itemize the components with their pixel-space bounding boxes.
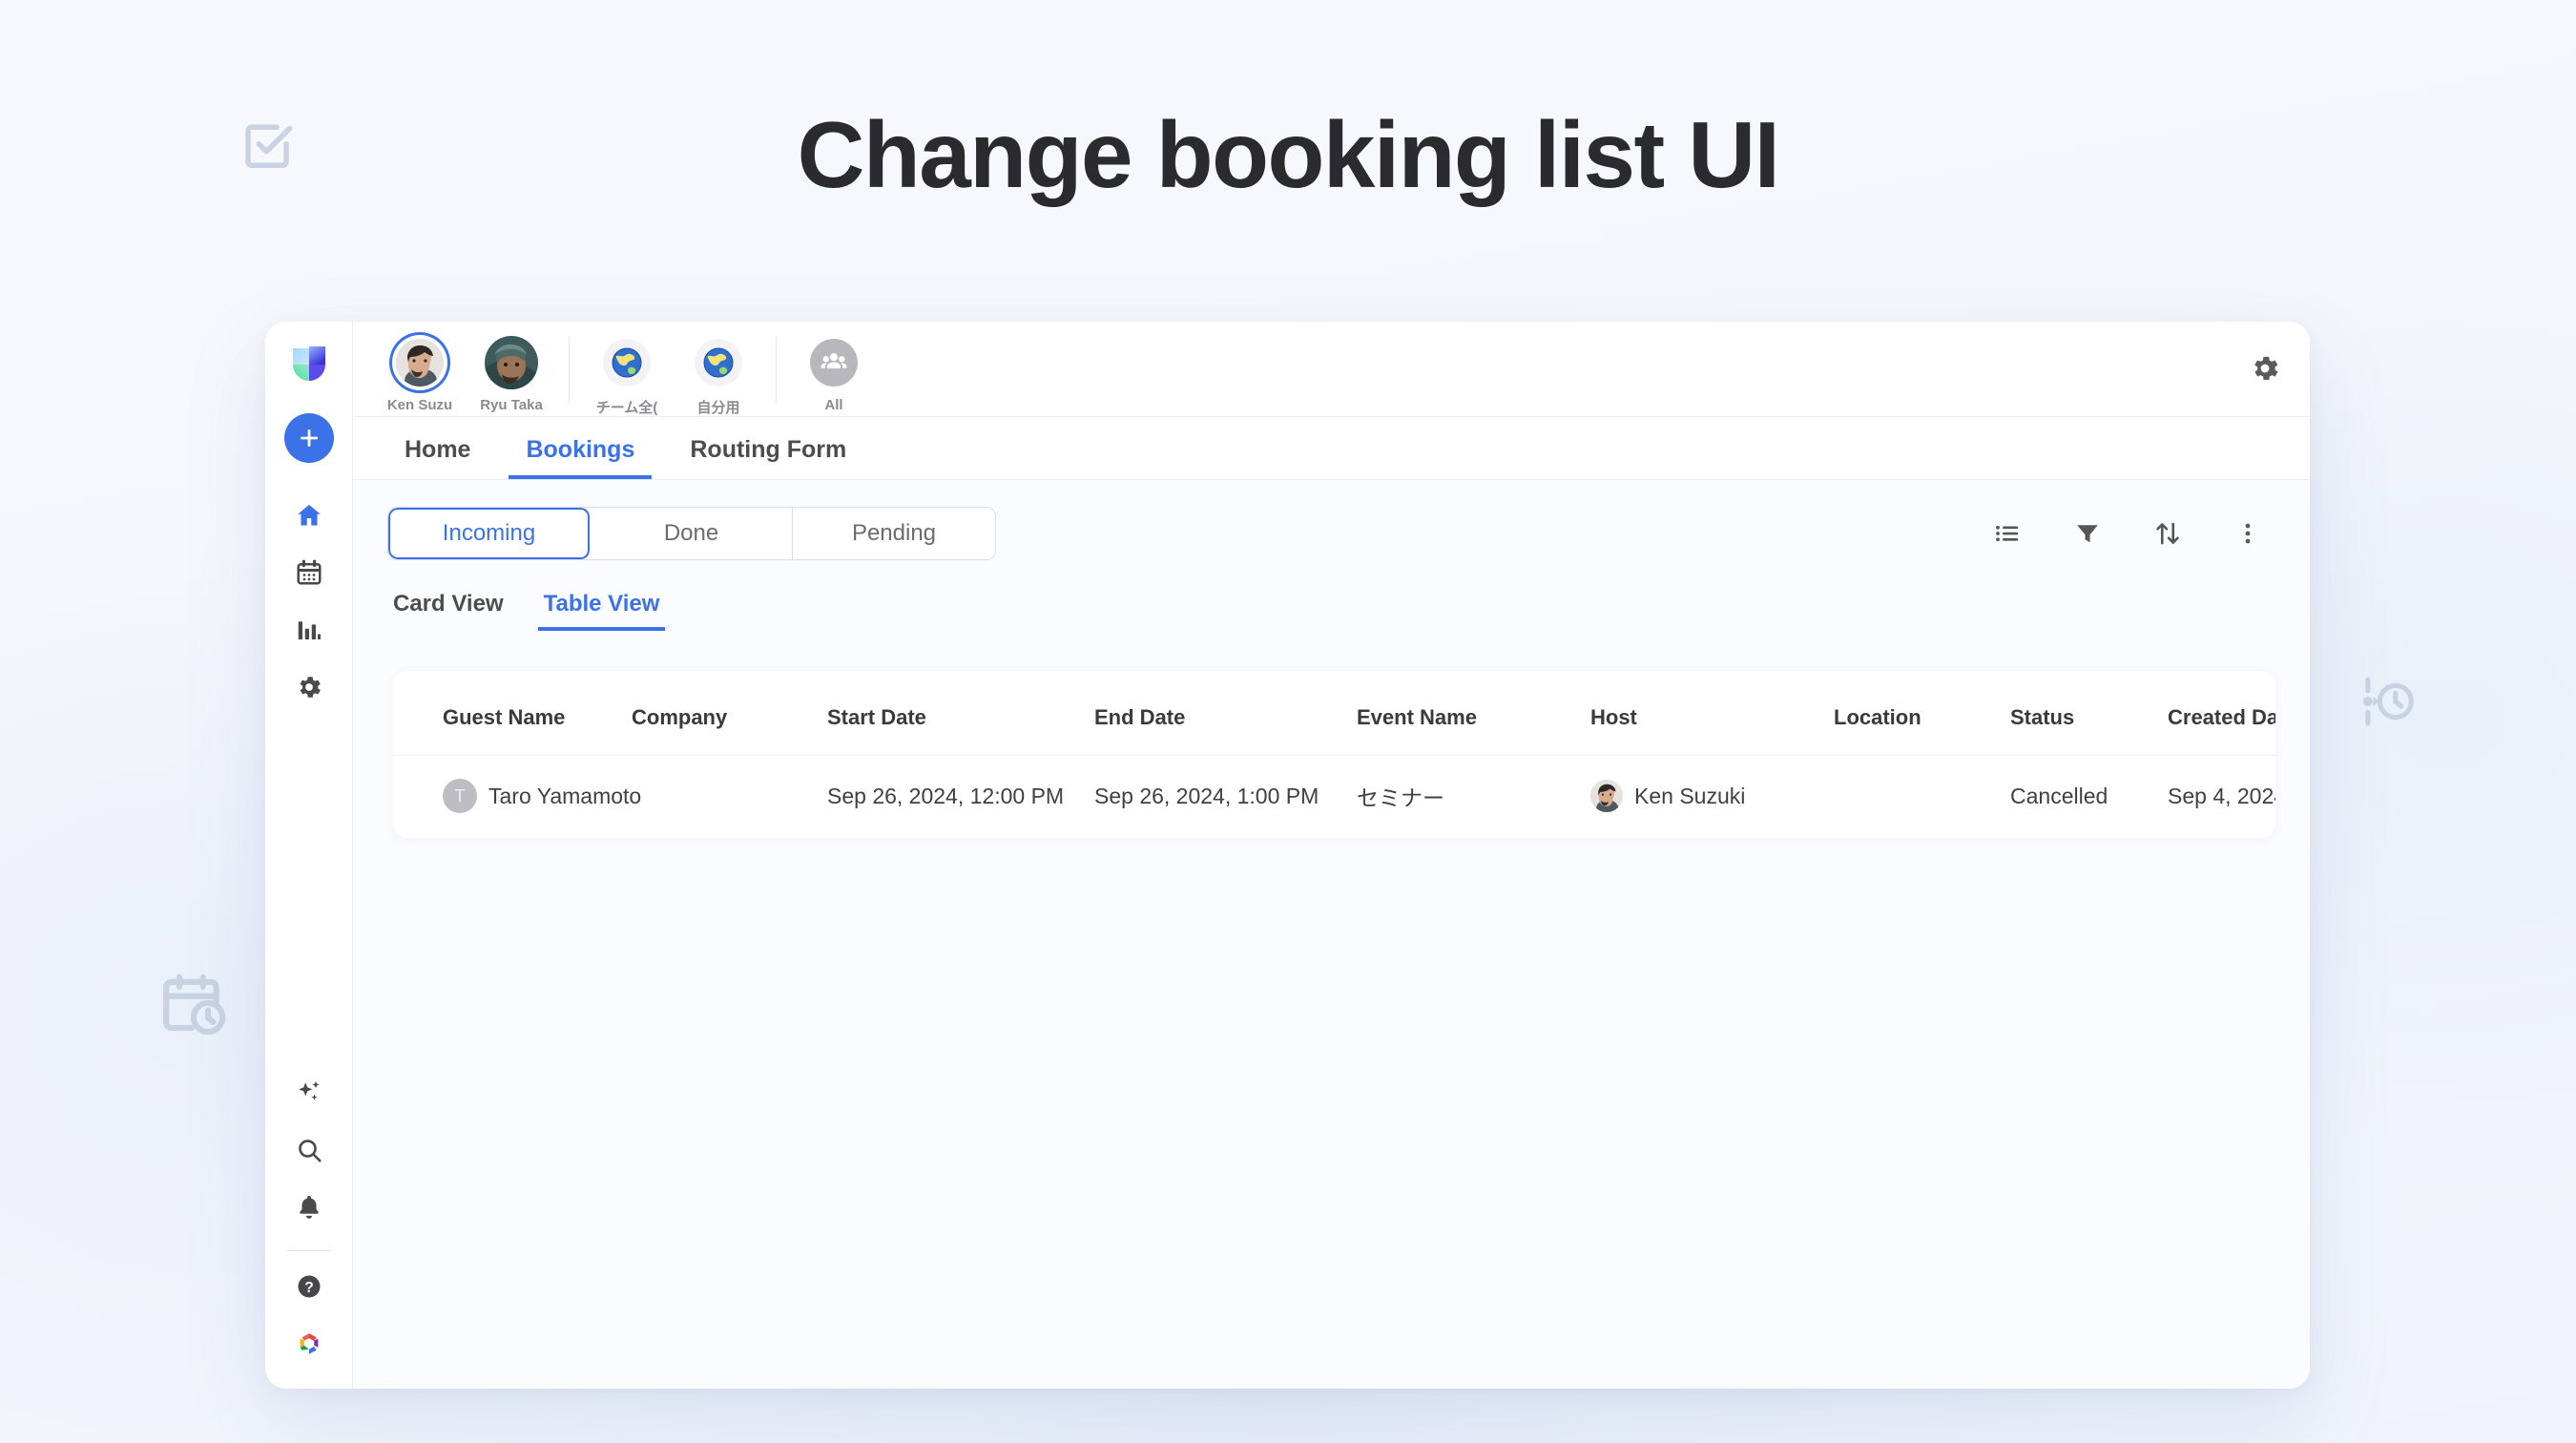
cell-host: Ken Suzuki xyxy=(1590,755,1834,838)
status-badge: Cancelled xyxy=(2010,755,2168,838)
account-ryu-takahashi[interactable]: Ryu Taka xyxy=(466,331,557,413)
avatar xyxy=(485,336,538,389)
group-label: All xyxy=(824,397,843,413)
page-title: Change booking list UI xyxy=(797,102,1780,207)
avatar: T xyxy=(443,779,477,813)
avatar xyxy=(1590,780,1623,812)
content-area: Incoming Done Pending Card View Table Vi… xyxy=(353,480,2310,1389)
column-header-start-date[interactable]: Start Date xyxy=(827,671,1094,756)
column-header-guest-name[interactable]: Guest Name xyxy=(393,671,632,756)
cell-company xyxy=(632,755,827,838)
list-view-icon[interactable] xyxy=(1993,519,2022,548)
column-header-status[interactable]: Status xyxy=(2010,671,2168,756)
svg-text:?: ? xyxy=(304,1280,314,1296)
account-ken-suzuki[interactable]: Ken Suzu xyxy=(374,331,466,413)
tab-home[interactable]: Home xyxy=(387,438,488,479)
sidebar-item-search[interactable] xyxy=(281,1122,337,1178)
filter-icon[interactable] xyxy=(2073,519,2102,548)
toolbar-icons xyxy=(1993,519,2275,548)
column-header-host[interactable]: Host xyxy=(1590,671,1834,756)
table-head: Guest Name Company Start Date End Date E… xyxy=(393,671,2275,756)
more-vertical-icon[interactable] xyxy=(2233,519,2262,548)
guest-name-text: Taro Yamamoto xyxy=(488,783,642,808)
column-header-company[interactable]: Company xyxy=(632,671,827,756)
avatar-ring xyxy=(392,335,447,390)
account-group-users: Ken Suzu Ryu Taka xyxy=(374,331,557,413)
calendar-label: 自分用 xyxy=(696,400,740,416)
cell-event-name: セミナー xyxy=(1357,755,1590,838)
calendar-label: チーム全( xyxy=(595,400,658,416)
sidebar-item-home[interactable] xyxy=(281,488,337,543)
calendar-team-all[interactable]: チーム全( xyxy=(581,331,673,417)
view-tabs: Card View Table View xyxy=(387,593,2275,631)
segment-pending[interactable]: Pending xyxy=(793,508,995,559)
account-divider xyxy=(776,337,777,403)
account-group-all: All xyxy=(788,331,880,413)
tab-card-view[interactable]: Card View xyxy=(387,593,509,631)
account-group-calendars: チーム全( 自分用 xyxy=(581,331,764,417)
cell-start-date: Sep 26, 2024, 12:00 PM xyxy=(827,755,1094,838)
host-name-text: Ken Suzuki xyxy=(1634,783,1746,808)
calendar-personal[interactable]: 自分用 xyxy=(673,331,764,417)
avatar-ring xyxy=(806,335,862,390)
table-row[interactable]: T Taro Yamamoto Sep 26, 2024, 12:00 PM S… xyxy=(393,755,2275,838)
column-header-end-date[interactable]: End Date xyxy=(1094,671,1357,756)
account-bar: Ken Suzu Ryu Taka チーム全(自分用 All xyxy=(353,322,2310,417)
avatar-ring xyxy=(484,335,539,390)
account-label: Ryu Taka xyxy=(480,397,543,413)
calendar-clock-icon xyxy=(157,970,228,1040)
sidebar-item-notifications[interactable] xyxy=(281,1180,337,1235)
avatar-ring xyxy=(599,335,654,390)
avatar xyxy=(396,339,444,387)
globe-emoji-icon xyxy=(695,339,742,387)
tab-routing-form[interactable]: Routing Form xyxy=(673,438,863,479)
account-label: Ken Suzu xyxy=(386,397,453,413)
rail-divider xyxy=(286,1250,331,1251)
tab-table-view[interactable]: Table View xyxy=(537,593,666,631)
cell-created-date: Sep 4, 2024, 11: xyxy=(2168,755,2275,838)
globe-emoji-icon xyxy=(603,339,651,387)
table-body: T Taro Yamamoto Sep 26, 2024, 12:00 PM S… xyxy=(393,755,2275,838)
sidebar-item-ai[interactable] xyxy=(281,1065,337,1120)
column-header-created-date[interactable]: Created Date xyxy=(2168,671,2275,756)
sidebar-item-apps[interactable] xyxy=(281,1316,337,1371)
people-icon xyxy=(810,339,858,387)
add-button[interactable] xyxy=(283,413,334,463)
account-divider xyxy=(569,337,570,403)
nav-tabs: Home Bookings Routing Form xyxy=(353,417,2310,480)
left-rail: ? xyxy=(265,322,353,1389)
toolbar-row: Incoming Done Pending xyxy=(387,507,2275,560)
column-header-event-name[interactable]: Event Name xyxy=(1357,671,1590,756)
status-segmented-control: Incoming Done Pending xyxy=(387,507,996,560)
app-logo[interactable] xyxy=(287,343,331,387)
timeline-clock-icon xyxy=(2357,672,2416,731)
segment-incoming[interactable]: Incoming xyxy=(388,508,591,559)
cell-end-date: Sep 26, 2024, 1:00 PM xyxy=(1094,755,1357,838)
segment-done[interactable]: Done xyxy=(591,508,793,559)
cell-guest-name: T Taro Yamamoto xyxy=(393,755,641,838)
bookings-table: Guest Name Company Start Date End Date E… xyxy=(393,671,2275,838)
sidebar-item-settings[interactable] xyxy=(281,659,337,715)
sidebar-item-calendar[interactable] xyxy=(281,545,337,600)
app-window: ? Ken Suzu Ryu Taka チーム全(自分用 All Home B… xyxy=(265,322,2310,1389)
group-all[interactable]: All xyxy=(788,331,880,413)
sidebar-item-analytics[interactable] xyxy=(281,602,337,658)
cell-location xyxy=(1834,755,2010,838)
table-header-row: Guest Name Company Start Date End Date E… xyxy=(393,671,2275,756)
bookings-table-card: Guest Name Company Start Date End Date E… xyxy=(393,671,2275,838)
tab-bookings[interactable]: Bookings xyxy=(509,438,653,479)
avatar-ring xyxy=(691,335,746,390)
gear-icon[interactable] xyxy=(2249,352,2281,389)
sort-icon[interactable] xyxy=(2153,519,2182,548)
column-header-location[interactable]: Location xyxy=(1834,671,2010,756)
main-column: Ken Suzu Ryu Taka チーム全(自分用 All Home Boo… xyxy=(353,322,2310,1389)
sidebar-item-help[interactable]: ? xyxy=(281,1259,337,1314)
